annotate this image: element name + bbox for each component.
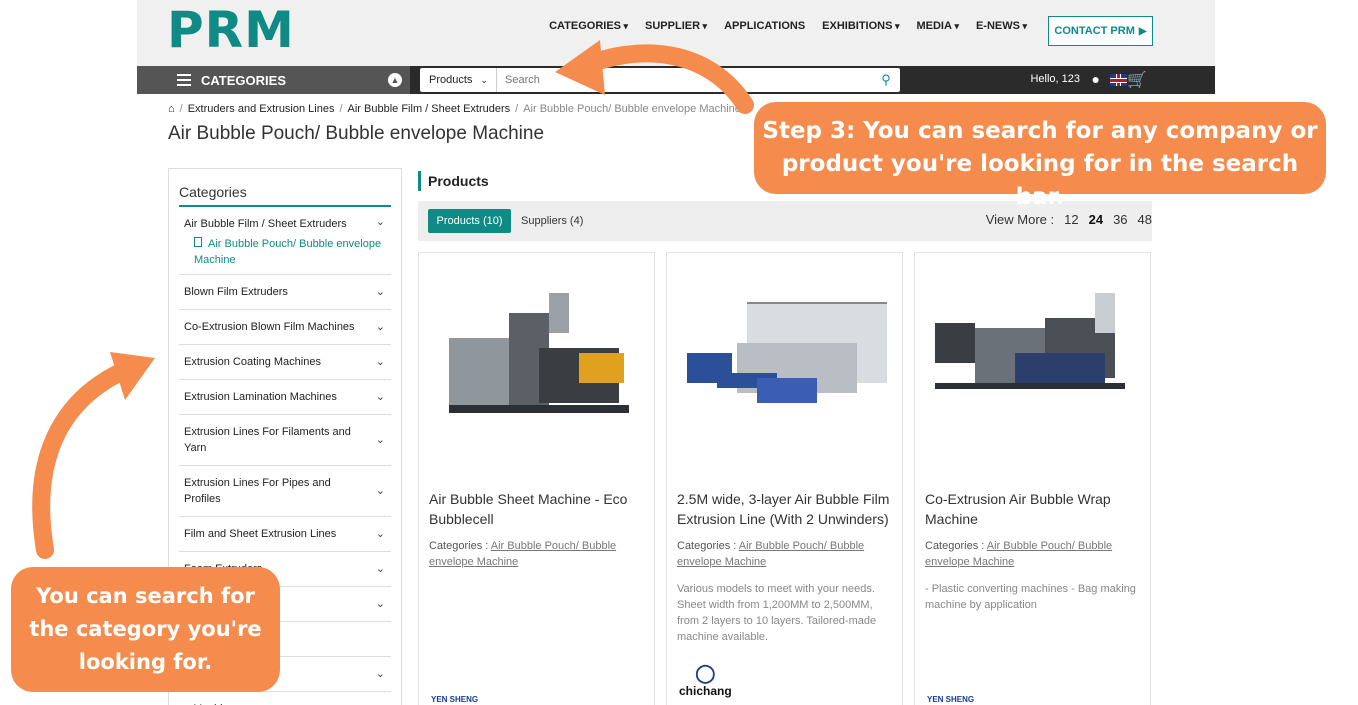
product-description: Various models to meet with your needs. …: [677, 583, 877, 643]
chichang-logo-icon: ◯: [695, 663, 716, 683]
cart-icon[interactable]: 🛒: [1127, 70, 1147, 90]
chevron-down-icon: ⌄: [375, 356, 385, 368]
chevron-down-icon: ⌄: [375, 563, 385, 575]
view-option-24[interactable]: 24: [1089, 212, 1103, 227]
search-type-select[interactable]: Products ⌄: [420, 68, 497, 92]
product-image[interactable]: [677, 283, 892, 443]
sidebar-item[interactable]: Blown Film Extruders ⌄: [179, 275, 391, 310]
chevron-down-icon: ⌄: [375, 485, 385, 497]
sidebar-item[interactable]: Extrusion Lines For Filaments and Yarn ⌄: [179, 415, 391, 466]
view-option-36[interactable]: 36: [1113, 212, 1127, 227]
view-option-48[interactable]: 48: [1138, 212, 1152, 227]
header: PRM CATEGORIES SUPPLIER APPLICATIONS EXH…: [137, 0, 1215, 66]
uk-flag-icon[interactable]: [1110, 74, 1127, 86]
breadcrumb-link-1[interactable]: Extruders and Extrusion Lines: [188, 103, 335, 115]
home-icon[interactable]: ⌂: [168, 103, 175, 115]
hello-user[interactable]: Hello, 123: [1030, 73, 1080, 85]
product-title[interactable]: Air Bubble Sheet Machine - Eco Bubblecel…: [429, 489, 644, 529]
callout-search-step: Step 3: You can search for any company o…: [754, 102, 1326, 210]
nav-exhibitions[interactable]: EXHIBITIONS: [822, 20, 899, 32]
nav-media[interactable]: MEDIA: [916, 20, 958, 32]
view-more: View More : 12 24 36 48: [986, 212, 1152, 227]
sidebar-item[interactable]: Extrusion Lamination Machines ⌄: [179, 380, 391, 415]
view-more-label: View More :: [985, 212, 1055, 227]
bookmark-icon: [194, 237, 202, 247]
supplier-logo[interactable]: ◯ chichang: [679, 663, 732, 698]
prm-logo[interactable]: PRM: [167, 4, 295, 56]
chevron-down-icon: ⌄: [375, 286, 385, 298]
search-icon[interactable]: ⚲: [872, 68, 900, 92]
hamburger-icon: [177, 74, 191, 86]
chevron-down-icon: ⌄: [375, 668, 385, 680]
chevron-down-icon: ⌄: [375, 598, 385, 610]
sidebar-sub-item-active[interactable]: Air Bubble Pouch/ Bubble envelope Machin…: [179, 236, 391, 275]
top-nav: CATEGORIES SUPPLIER APPLICATIONS EXHIBIT…: [549, 20, 1027, 32]
categories-toggle[interactable]: CATEGORIES ▲: [137, 66, 410, 94]
search-select-value: Products: [429, 74, 473, 86]
chevron-down-icon: ⌄: [376, 701, 385, 705]
tab-products[interactable]: Products (10): [428, 209, 511, 233]
product-card[interactable]: 2.5M wide, 3-layer Air Bubble Film Extru…: [666, 252, 903, 705]
breadcrumb-current: Air Bubble Pouch/ Bubble envelope Machin…: [523, 103, 741, 115]
search-input[interactable]: [497, 69, 872, 91]
chevron-down-icon: ⌄: [480, 74, 488, 85]
sidebar-item[interactable]: Extrusion Lines For Pipes and Profiles ⌄: [179, 466, 391, 517]
supplier-logo[interactable]: YEN SHENG: [431, 695, 478, 704]
page-title: Air Bubble Pouch/ Bubble envelope Machin…: [168, 123, 545, 144]
chevron-down-icon: ⌄: [375, 528, 385, 540]
nav-enews[interactable]: E-NEWS: [976, 20, 1027, 32]
product-image[interactable]: [429, 283, 644, 443]
chevron-down-icon: ⌄: [375, 391, 385, 403]
chevron-down-icon: ⌄: [375, 215, 385, 228]
sidebar-item[interactable]: g Machines⌄: [179, 692, 391, 705]
supplier-logo[interactable]: YEN SHENG: [927, 695, 974, 704]
sidebar-item[interactable]: Extrusion Coating Machines ⌄: [179, 345, 391, 380]
arrow-to-categories: [32, 361, 134, 559]
callout-category-tip: You can search for the category you're l…: [11, 567, 280, 692]
contact-label: CONTACT PRM: [1054, 25, 1135, 37]
product-categories: Categories : Air Bubble Pouch/ Bubble en…: [925, 540, 1113, 568]
sidebar-item-air-bubble[interactable]: Air Bubble Film / Sheet Extruders ⌄: [179, 207, 391, 236]
search-form: Products ⌄ ⚲: [420, 68, 900, 92]
product-title[interactable]: Co-Extrusion Air Bubble Wrap Machine: [925, 489, 1140, 529]
nav-categories[interactable]: CATEGORIES: [549, 20, 628, 32]
product-categories: Categories : Air Bubble Pouch/ Bubble en…: [429, 540, 617, 568]
sidebar-title: Categories: [179, 169, 391, 207]
nav-applications[interactable]: APPLICATIONS: [724, 20, 805, 32]
cursor-icon: ▶: [1138, 25, 1147, 37]
chevron-down-icon: ⌄: [375, 434, 385, 446]
user-icon[interactable]: ●: [1092, 71, 1100, 87]
product-categories: Categories : Air Bubble Pouch/ Bubble en…: [677, 540, 865, 568]
tab-suppliers[interactable]: Suppliers (4): [521, 209, 583, 233]
breadcrumb-link-2[interactable]: Air Bubble Film / Sheet Extruders: [348, 103, 511, 115]
chevron-down-icon: ⌄: [375, 321, 385, 333]
nav-supplier[interactable]: SUPPLIER: [645, 20, 707, 32]
product-title[interactable]: 2.5M wide, 3-layer Air Bubble Film Extru…: [677, 489, 892, 529]
products-heading: Products: [418, 171, 489, 191]
chevron-up-icon[interactable]: ▲: [388, 73, 402, 87]
product-card[interactable]: Co-Extrusion Air Bubble Wrap Machine Cat…: [914, 252, 1151, 705]
categories-bar-label: CATEGORIES: [201, 72, 286, 88]
product-card[interactable]: Air Bubble Sheet Machine - Eco Bubblecel…: [418, 252, 655, 705]
sidebar-item[interactable]: Co-Extrusion Blown Film Machines ⌄: [179, 310, 391, 345]
category-search-bar: CATEGORIES ▲ Products ⌄ ⚲ Hello, 123 ● 🛒: [137, 66, 1215, 94]
breadcrumb: ⌂ / Extruders and Extrusion Lines / Air …: [168, 103, 741, 115]
view-option-12[interactable]: 12: [1064, 212, 1078, 227]
product-description: - Plastic converting machines - Bag maki…: [925, 583, 1136, 611]
contact-prm-button[interactable]: CONTACT PRM ▶: [1048, 16, 1153, 46]
sidebar-item[interactable]: Film and Sheet Extrusion Lines ⌄: [179, 517, 391, 552]
product-image[interactable]: [925, 283, 1140, 443]
